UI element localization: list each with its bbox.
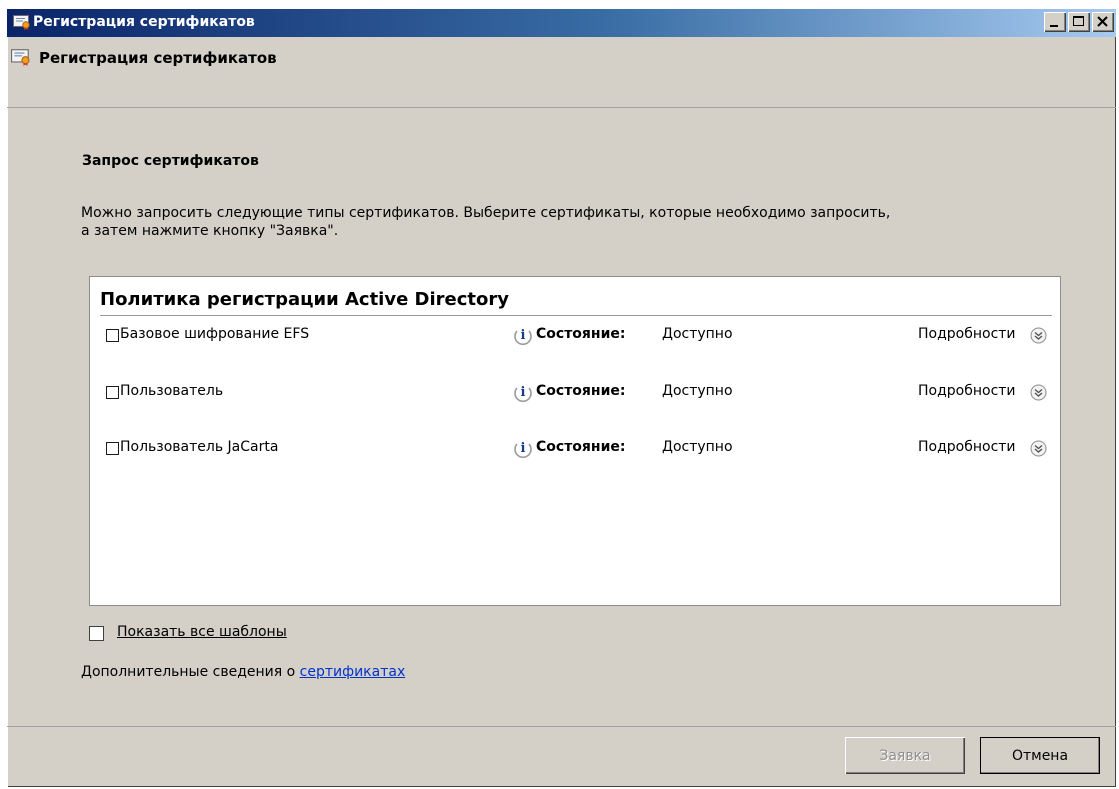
certificate-icon xyxy=(11,49,30,66)
svg-text:i: i xyxy=(521,328,526,343)
minimize-icon xyxy=(1050,25,1058,27)
expand-down-icon[interactable] xyxy=(1030,327,1047,344)
section-title: Запрос сертификатов xyxy=(82,153,259,169)
show-all-templates-checkbox[interactable] xyxy=(89,626,104,641)
show-all-templates-label[interactable]: Показать все шаблоны xyxy=(117,624,287,640)
certificate-name: Пользователь xyxy=(120,383,224,399)
status-label: Состояние: xyxy=(536,439,626,455)
certificate-enrollment-window: Регистрация сертификатов Регистрация сер… xyxy=(7,9,1116,787)
details-link[interactable]: Подробности xyxy=(918,326,1016,342)
info-icon: i xyxy=(514,441,532,459)
policy-header: Политика регистрации Active Directory xyxy=(100,289,1052,316)
dialog-header: Регистрация сертификатов xyxy=(7,37,1116,107)
list-item[interactable]: Базовое шифрование EFS i Состояние: Дост… xyxy=(90,324,1060,348)
dialog-title: Регистрация сертификатов xyxy=(39,49,277,67)
certificate-checkbox[interactable] xyxy=(106,442,119,455)
expand-down-icon[interactable] xyxy=(1030,384,1047,401)
dialog-content: Запрос сертификатов Можно запросить след… xyxy=(7,107,1116,727)
more-info-prefix: Дополнительные сведения о xyxy=(81,664,300,680)
title-bar[interactable]: Регистрация сертификатов xyxy=(7,9,1116,37)
status-label: Состояние: xyxy=(536,383,626,399)
description-line-1: Можно запросить следующие типы сертифика… xyxy=(81,205,891,221)
certificate-list[interactable]: Политика регистрации Active Directory Ба… xyxy=(89,276,1061,606)
maximize-button[interactable] xyxy=(1068,12,1090,32)
minimize-button[interactable] xyxy=(1044,12,1066,32)
window-title: Регистрация сертификатов xyxy=(33,14,255,30)
status-value: Доступно xyxy=(662,326,733,342)
details-link[interactable]: Подробности xyxy=(918,439,1016,455)
close-button[interactable] xyxy=(1092,12,1114,32)
status-value: Доступно xyxy=(662,383,733,399)
list-item[interactable]: Пользователь JaCarta i Состояние: Доступ… xyxy=(90,437,1060,461)
info-icon: i xyxy=(514,328,532,346)
certificate-name: Базовое шифрование EFS xyxy=(120,326,310,342)
description-line-2: а затем нажмите кнопку "Заявка". xyxy=(81,223,339,239)
more-info-text: Дополнительные сведения о сертификатах xyxy=(81,664,405,680)
show-all-templates-option[interactable]: Показать все шаблоны xyxy=(89,623,389,645)
info-icon: i xyxy=(514,385,532,403)
maximize-icon xyxy=(1073,16,1084,26)
list-item[interactable]: Пользователь i Состояние: Доступно Подро… xyxy=(90,381,1060,405)
section-description: Можно запросить следующие типы сертифика… xyxy=(81,204,1091,240)
svg-text:i: i xyxy=(521,441,526,456)
certificate-checkbox[interactable] xyxy=(106,386,119,399)
svg-text:i: i xyxy=(521,385,526,400)
certificate-checkbox[interactable] xyxy=(106,329,119,342)
certificate-icon xyxy=(13,15,30,30)
close-icon xyxy=(1097,16,1108,27)
cancel-button[interactable]: Отмена xyxy=(980,737,1100,774)
certificate-name: Пользователь JaCarta xyxy=(120,439,279,455)
certificates-link[interactable]: сертификатах xyxy=(300,664,406,680)
status-value: Доступно xyxy=(662,439,733,455)
expand-down-icon[interactable] xyxy=(1030,440,1047,457)
enroll-button[interactable]: Заявка xyxy=(845,737,965,774)
details-link[interactable]: Подробности xyxy=(918,383,1016,399)
status-label: Состояние: xyxy=(536,326,626,342)
